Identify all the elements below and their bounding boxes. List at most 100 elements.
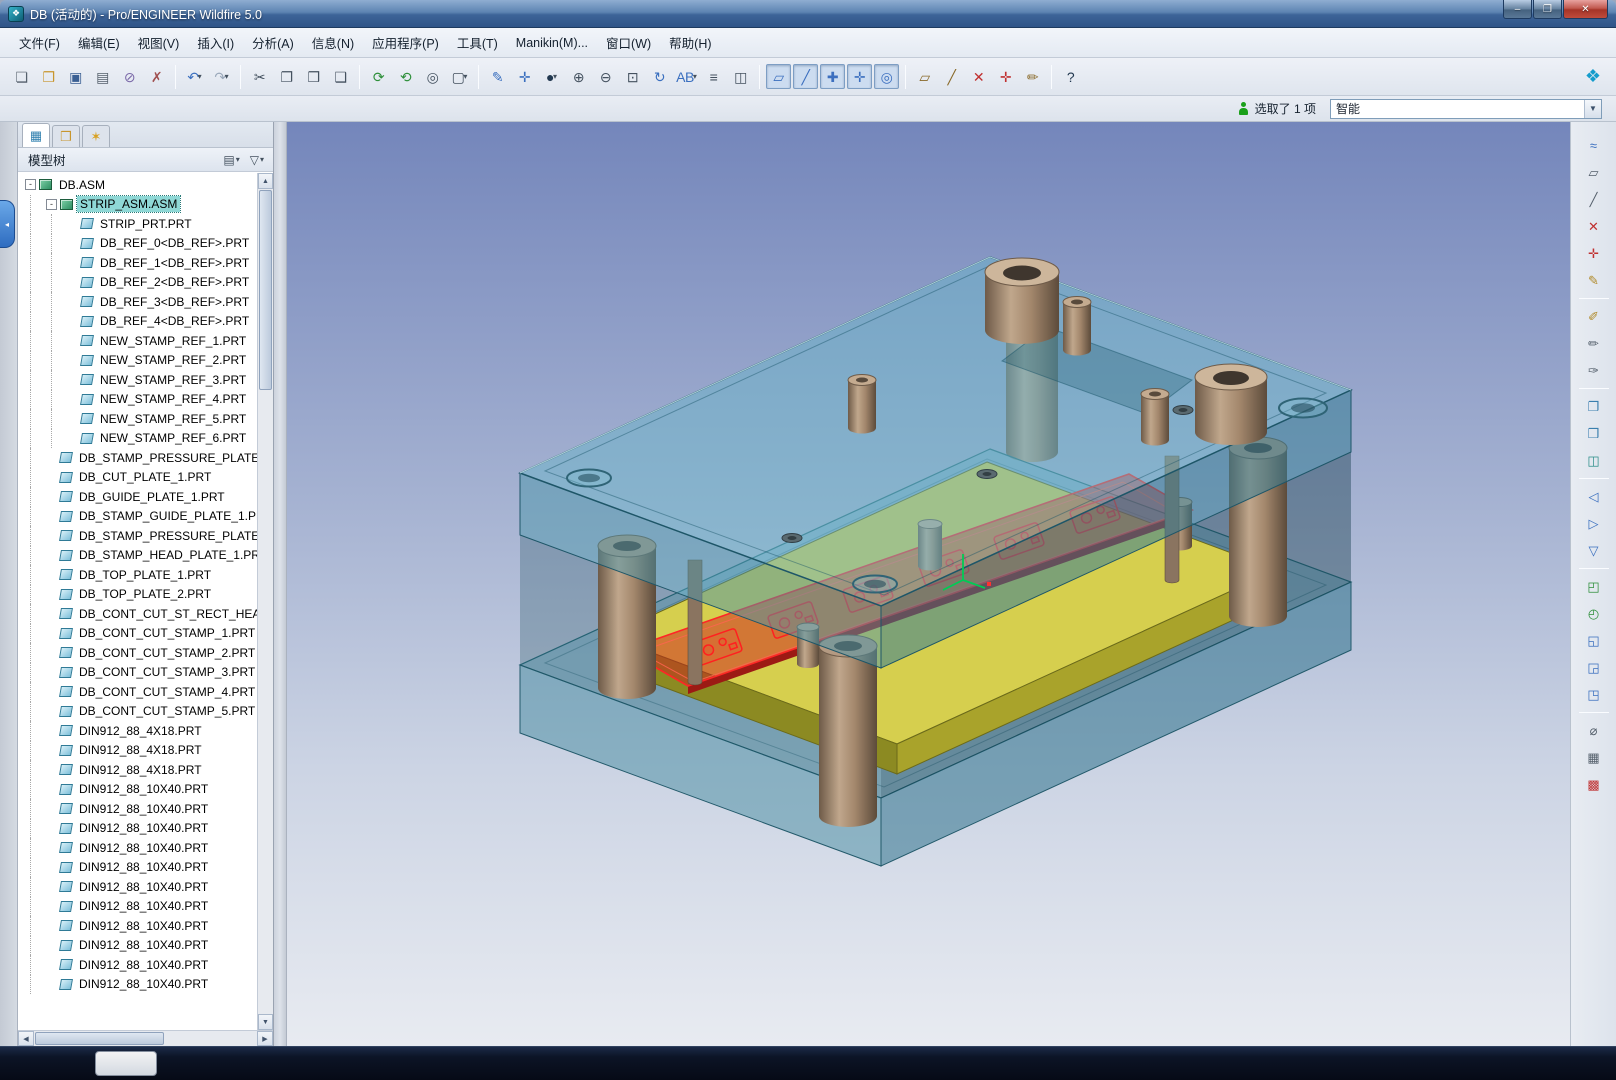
round-icon[interactable]: ◳ [1580, 682, 1608, 707]
scrollbar-thumb[interactable] [35, 1032, 164, 1045]
tree-item[interactable]: DB_CONT_CUT_STAMP_3.PRT [19, 663, 257, 683]
pattern-icon[interactable]: ◲ [1580, 655, 1608, 680]
paste-special-icon[interactable]: ❑ [328, 64, 353, 89]
merge-inheritance-icon[interactable]: ◫ [1580, 448, 1608, 473]
tree-settings-button[interactable]: ▽ ▾ [245, 150, 269, 170]
edit-sketch-icon[interactable]: ✑ [1580, 358, 1608, 383]
menu-info[interactable]: 信息(N) [303, 29, 363, 56]
menu-tools[interactable]: 工具(T) [448, 29, 507, 56]
menu-window[interactable]: 窗口(W) [597, 29, 660, 56]
spin-center-icon[interactable]: ✛ [512, 64, 537, 89]
tree-item[interactable]: NEW_STAMP_REF_5.PRT [19, 409, 257, 429]
tree-item[interactable]: DB_STAMP_GUIDE_PLATE_1.PRT [19, 507, 257, 527]
layers-icon[interactable]: ≡ [701, 64, 726, 89]
tree-item[interactable]: DIN912_88_10X40.PRT [19, 858, 257, 878]
tree-item[interactable]: DIN912_88_4X18.PRT [19, 760, 257, 780]
sketch-icon[interactable]: ✎ [1580, 268, 1608, 293]
curve-chain-icon[interactable]: ≈ [1580, 133, 1608, 158]
datum-axis-icon[interactable]: ╱ [1580, 187, 1608, 212]
tree-item[interactable]: DIN912_88_10X40.PRT [19, 975, 257, 995]
tree-item[interactable]: DIN912_88_4X18.PRT [19, 741, 257, 761]
tree-item[interactable]: DIN912_88_10X40.PRT [19, 819, 257, 839]
redraw-icon[interactable]: ✎ [485, 64, 510, 89]
suppress-icon[interactable]: ▽ [1580, 538, 1608, 563]
close-button[interactable]: ✕ [1563, 0, 1608, 19]
tree-item[interactable]: DB_TOP_PLATE_2.PRT [19, 585, 257, 605]
menu-applications[interactable]: 应用程序(P) [363, 29, 448, 56]
datum-csys-display-icon[interactable]: ✛ [847, 64, 872, 89]
datum-plane-tool-icon[interactable]: ▱ [912, 64, 937, 89]
datum-plane-icon[interactable]: ▱ [1580, 160, 1608, 185]
revolve-icon[interactable]: ◴ [1580, 601, 1608, 626]
panel-resize-sash[interactable] [274, 122, 287, 1046]
info-table-icon[interactable]: ▦ [1580, 745, 1608, 770]
reorient-icon[interactable]: ↻ [647, 64, 672, 89]
combo-dropdown-icon[interactable]: ▼ [1584, 100, 1601, 118]
tree-horizontal-scrollbar[interactable]: ◀ ▶ [18, 1030, 273, 1046]
display-style-icon[interactable]: ●▾ [539, 64, 564, 89]
menu-edit[interactable]: 编辑(E) [69, 29, 129, 56]
menu-help[interactable]: 帮助(H) [660, 29, 720, 56]
tree-item[interactable]: STRIP_PRT.PRT [19, 214, 257, 234]
tree-item[interactable]: DB_REF_0<DB_REF>.PRT [19, 234, 257, 254]
publish-geometry-icon[interactable]: ❒ [1580, 421, 1608, 446]
edit-datum-axis-icon[interactable]: ✏ [1580, 331, 1608, 356]
tree-show-button[interactable]: ▤ ▾ [218, 150, 244, 170]
tree-item[interactable]: NEW_STAMP_REF_4.PRT [19, 390, 257, 410]
tree-item[interactable]: DB_TOP_PLATE_1.PRT [19, 565, 257, 585]
datum-axis-tool-icon[interactable]: ╱ [939, 64, 964, 89]
regenerate-manager-icon[interactable]: ⟲ [393, 64, 418, 89]
hide-icon[interactable]: ▷ [1580, 511, 1608, 536]
view-manager-icon[interactable]: ◫ [728, 64, 753, 89]
menu-insert[interactable]: 插入(I) [188, 29, 243, 56]
datum-axis-display-icon[interactable]: ╱ [793, 64, 818, 89]
folder-browser-tab[interactable]: ❒ [52, 125, 80, 147]
connect-icon[interactable]: ❖ [1578, 63, 1608, 91]
extrude-icon[interactable]: ◰ [1580, 574, 1608, 599]
scrollbar-thumb[interactable] [259, 190, 272, 390]
tree-item[interactable]: DB_CONT_CUT_ST_RECT_HEAD_1.PRT [19, 604, 257, 624]
tree-item[interactable]: DB_STAMP_PRESSURE_PLATE_2.PRT [19, 526, 257, 546]
tree-vertical-scrollbar[interactable]: ▲ ▼ [257, 173, 273, 1030]
menu-analysis[interactable]: 分析(A) [243, 29, 303, 56]
mirror-icon[interactable]: ◱ [1580, 628, 1608, 653]
datum-csys-tool-icon[interactable]: ✛ [993, 64, 1018, 89]
datum-plane-display-icon[interactable]: ▱ [766, 64, 791, 89]
refit-icon[interactable]: ⊡ [620, 64, 645, 89]
minimize-button[interactable]: – [1503, 0, 1532, 19]
print-icon[interactable]: ▤ [90, 64, 115, 89]
new-file-icon[interactable]: ❏ [9, 64, 34, 89]
tree-item[interactable]: DIN912_88_10X40.PRT [19, 916, 257, 936]
erase-not-displayed-icon[interactable]: ⊘ [117, 64, 142, 89]
tree-item[interactable]: DB_CONT_CUT_STAMP_1.PRT [19, 624, 257, 644]
tree-item[interactable]: - STRIP_ASM.ASM [19, 195, 257, 215]
unhide-icon[interactable]: ◁ [1580, 484, 1608, 509]
datum-csys-icon[interactable]: ✛ [1580, 241, 1608, 266]
tree-item[interactable]: DB_CONT_CUT_STAMP_2.PRT [19, 643, 257, 663]
scroll-left-icon[interactable]: ◀ [18, 1031, 34, 1046]
tree-item[interactable]: DIN912_88_10X40.PRT [19, 780, 257, 800]
3d-viewport[interactable] [287, 122, 1570, 1046]
open-file-icon[interactable]: ❒ [36, 64, 61, 89]
cut-icon[interactable]: ✂ [247, 64, 272, 89]
tree-item[interactable]: DB_REF_4<DB_REF>.PRT [19, 312, 257, 332]
tree-item[interactable]: DIN912_88_10X40.PRT [19, 838, 257, 858]
tree-item[interactable]: NEW_STAMP_REF_3.PRT [19, 370, 257, 390]
tree-item[interactable]: DIN912_88_10X40.PRT [19, 877, 257, 897]
context-help-icon[interactable]: ? [1058, 64, 1083, 89]
regenerate-icon[interactable]: ⟳ [366, 64, 391, 89]
zoom-out-icon[interactable]: ⊖ [593, 64, 618, 89]
favorites-tab[interactable]: ✶ [82, 125, 110, 147]
tree-item[interactable]: DB_STAMP_HEAD_PLATE_1.PRT [19, 546, 257, 566]
tree-item[interactable]: DIN912_88_10X40.PRT [19, 799, 257, 819]
measure-icon[interactable]: ⌀ [1580, 718, 1608, 743]
maximize-button[interactable]: ❐ [1533, 0, 1562, 19]
tree-item[interactable]: DB_REF_2<DB_REF>.PRT [19, 273, 257, 293]
tree-item[interactable]: DB_CUT_PLATE_1.PRT [19, 468, 257, 488]
sketch-tool-icon[interactable]: ✏ [1020, 64, 1045, 89]
menu-file[interactable]: 文件(F) [10, 29, 69, 56]
menu-view[interactable]: 视图(V) [129, 29, 189, 56]
spin-center-display-icon[interactable]: ◎ [874, 64, 899, 89]
tree-item[interactable]: NEW_STAMP_REF_1.PRT [19, 331, 257, 351]
tree-item[interactable]: NEW_STAMP_REF_2.PRT [19, 351, 257, 371]
